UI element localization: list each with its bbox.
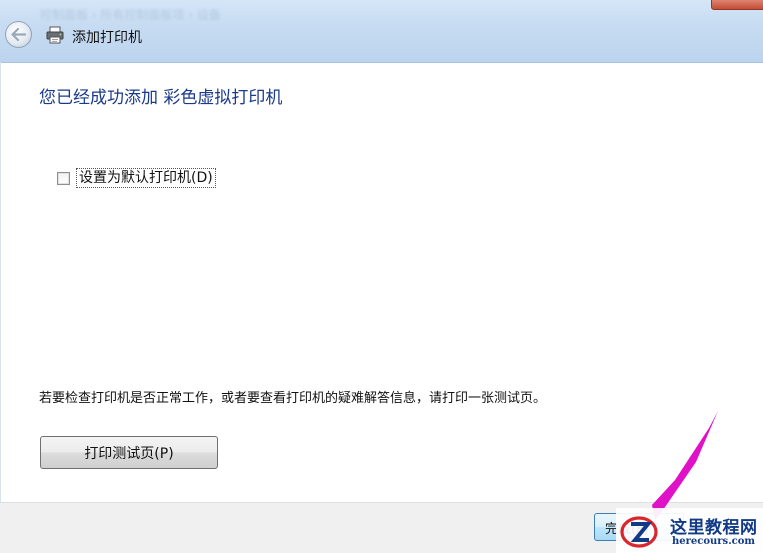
printer-icon (46, 26, 64, 44)
title-bar: 控制面板 › 所有控制面板项 › 设备 添加打印机 (0, 0, 763, 62)
test-page-info-text: 若要检查打印机是否正常工作，或者要查看打印机的疑难解答信息，请打印一张测试页。 (39, 391, 547, 406)
default-printer-label[interactable]: 设置为默认打印机(D) (76, 168, 216, 188)
add-printer-window: 控制面板 › 所有控制面板项 › 设备 添加打印机 您已经成功添加 彩色虚拟打印… (0, 0, 763, 553)
print-test-page-button[interactable]: 打印测试页(P) (40, 436, 218, 469)
window-caption: 控制面板 › 所有控制面板项 › 设备 (40, 8, 221, 22)
watermark: 这里教程网 herecours.com (616, 508, 763, 553)
close-button[interactable] (711, 0, 763, 10)
content-border (0, 62, 1, 502)
success-heading: 您已经成功添加 彩色虚拟打印机 (39, 88, 283, 108)
watermark-name: 这里教程网 (670, 518, 758, 538)
watermark-url: herecours.com (672, 536, 756, 547)
back-arrow-icon (11, 28, 26, 41)
default-printer-option[interactable]: 设置为默认打印机(D) (57, 168, 216, 188)
back-button[interactable] (5, 21, 32, 48)
window-title: 添加打印机 (72, 30, 142, 46)
default-printer-checkbox[interactable] (57, 171, 70, 185)
watermark-logo-icon (620, 516, 658, 548)
